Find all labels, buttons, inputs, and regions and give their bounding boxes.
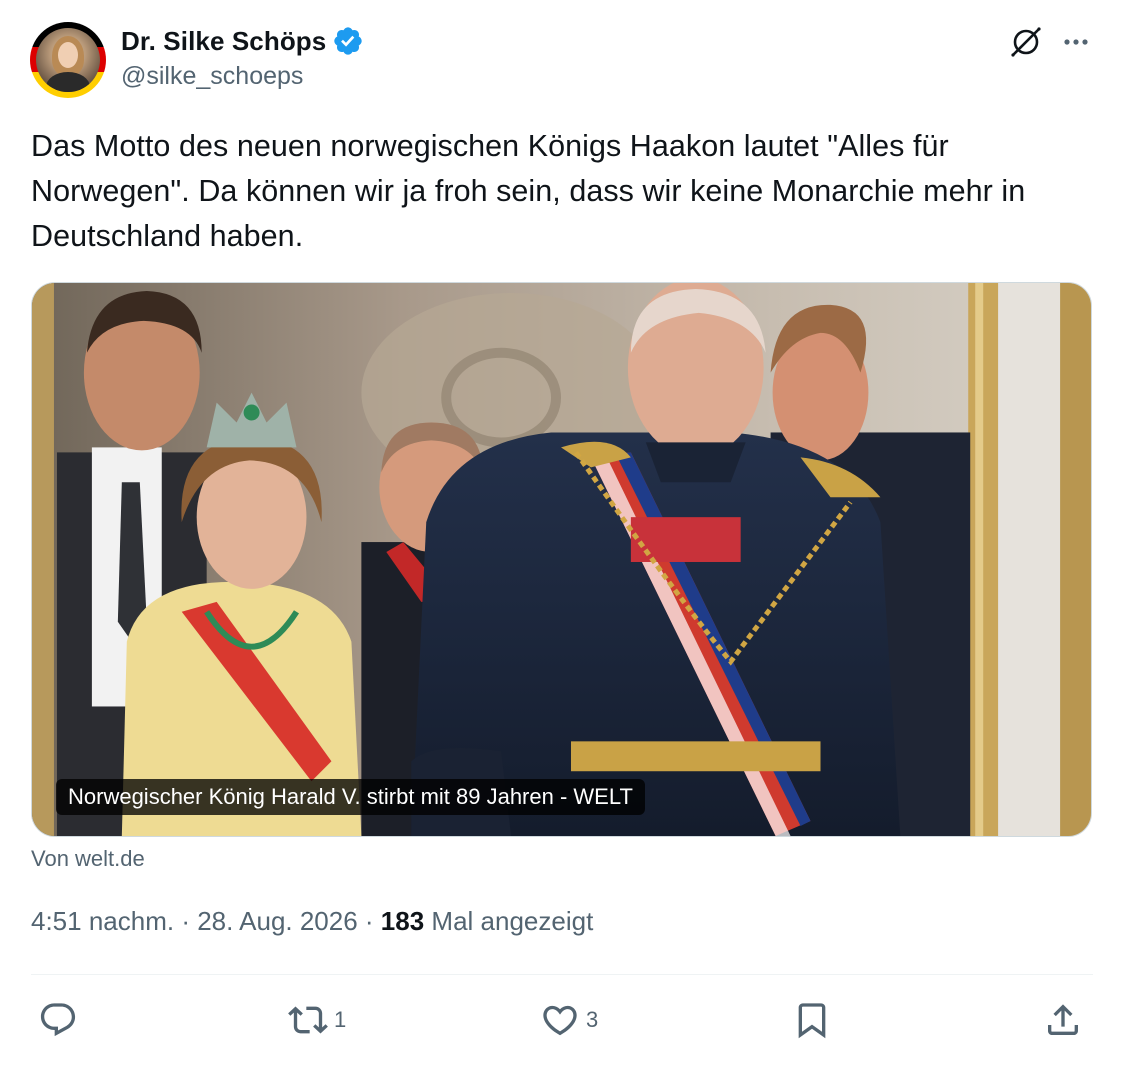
more-icon[interactable] [1056,22,1096,62]
avatar[interactable] [30,22,106,98]
verified-badge-icon [334,27,363,55]
bookmark-button[interactable] [792,998,832,1042]
reply-icon [40,1003,76,1037]
like-count: 3 [586,1007,599,1032]
link-card[interactable]: Norwegischer König Harald V. stirbt mit … [31,282,1092,837]
author-name-row: Dr. Silke Schöps [121,24,364,58]
retweet-button[interactable]: 1 [288,998,346,1042]
reply-button[interactable] [38,998,78,1042]
views-count: 183 [380,906,425,936]
tweet: Dr. Silke Schöps @silke_schoeps Das Mott… [0,0,1123,1065]
heart-icon [543,1005,577,1036]
card-source[interactable]: Von welt.de [31,846,145,872]
tweet-date[interactable]: 28. Aug. 2026 [197,906,357,936]
tweet-time[interactable]: 4:51 nachm. [31,906,174,936]
share-button[interactable] [1043,998,1083,1042]
bookmark-icon [798,1003,826,1039]
views-label: Mal angezeigt [424,906,594,936]
tweet-meta: 4:51 nachm. · 28. Aug. 2026 · 183 Mal an… [31,906,593,937]
author-display-name[interactable]: Dr. Silke Schöps [121,26,326,57]
retweet-count: 1 [334,1007,347,1032]
tweet-text: Das Motto des neuen norwegischen Königs … [31,129,1026,253]
avatar-photo [36,28,100,92]
meta-separator: · [357,906,381,936]
meta-separator: · [174,906,198,936]
divider [31,974,1093,975]
card-caption: Norwegischer König Harald V. stirbt mit … [56,779,645,815]
like-button[interactable]: 3 [540,998,598,1042]
share-icon [1048,1004,1078,1035]
avatar-face [58,42,78,68]
card-photo [32,283,1091,836]
retweet-icon [288,1006,328,1034]
avatar-body [46,72,90,92]
grok-icon[interactable] [1006,22,1046,62]
author-handle[interactable]: @silke_schoeps [121,62,303,91]
